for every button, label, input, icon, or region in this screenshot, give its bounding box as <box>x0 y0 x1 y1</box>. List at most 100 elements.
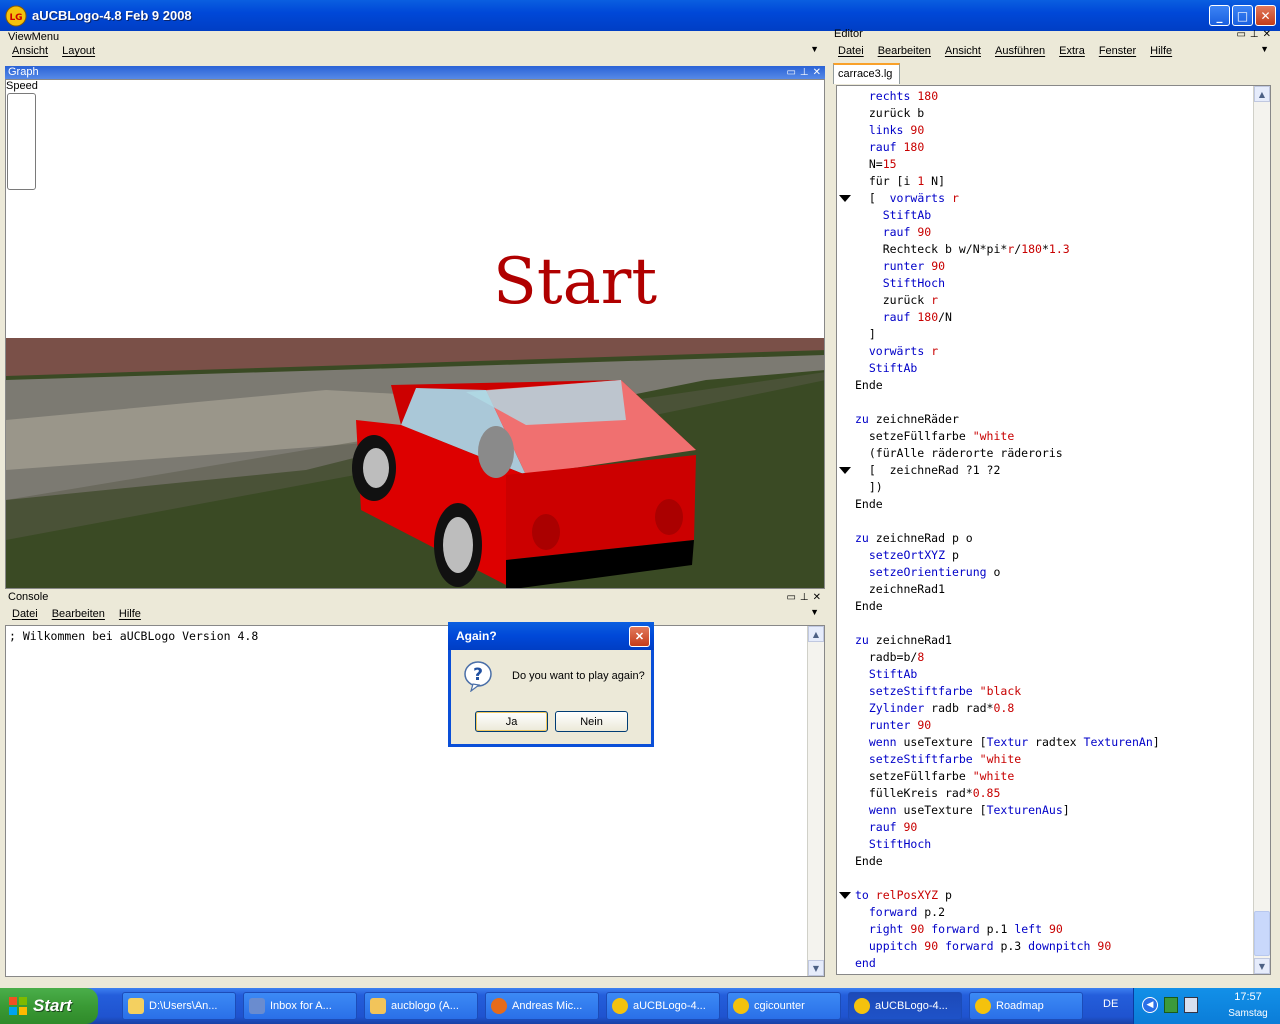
clock-day: Samstag <box>1228 1008 1268 1019</box>
close-icon[interactable]: ✕ <box>813 591 821 604</box>
code-line: rauf 180 <box>868 140 925 154</box>
code-line: forward p.2 <box>868 905 946 919</box>
code-line: setzeStiftfarbe "black <box>868 684 1022 698</box>
code-editor[interactable]: rechts 180 zurück b links 90 rauf 180 N=… <box>836 85 1271 975</box>
task-aucblogo-1[interactable]: aUCBLogo-4... <box>606 992 720 1020</box>
task-firefox[interactable]: Andreas Mic... <box>485 992 599 1020</box>
tray-expand-icon[interactable]: ◀ <box>1142 997 1158 1013</box>
task-label: cgicounter <box>754 1000 805 1012</box>
editor-menu-bearbeiten[interactable]: Bearbeiten <box>871 45 938 57</box>
start-button[interactable]: Start <box>0 988 98 1024</box>
dialog-close-button[interactable]: ✕ <box>629 626 650 647</box>
code-line: wenn useTexture [TexturenAus] <box>868 803 1070 817</box>
code-line: ]) <box>855 480 883 494</box>
tray-app-icon[interactable] <box>1164 997 1178 1013</box>
tab-carrace3[interactable]: carrace3.lg <box>833 63 900 84</box>
code-line: zu zeichneRad p o <box>855 531 973 545</box>
console-menu-bearbeiten[interactable]: Bearbeiten <box>45 608 112 620</box>
fold-marker-icon[interactable] <box>839 195 851 202</box>
task-aucblogo-2[interactable]: aUCBLogo-4... <box>848 992 962 1020</box>
pin-icon[interactable]: ⊥ <box>800 66 809 79</box>
restore-icon[interactable]: ▭ <box>786 66 795 79</box>
console-menu-datei[interactable]: Datei <box>5 608 45 620</box>
editor-scrollbar[interactable]: ▲ ▼ <box>1253 86 1270 974</box>
code-line: right 90 forward p.1 left 90 <box>868 922 1063 936</box>
console-output[interactable]: ; Wilkommen bei aUCBLogo Version 4.8 ▲ ▼ <box>5 625 825 977</box>
menu-overflow-icon[interactable]: ▼ <box>810 607 819 617</box>
code-line: Rechteck b w/N*pi*r/180*1.3 <box>855 242 1070 256</box>
scroll-up-icon[interactable]: ▲ <box>1254 86 1270 102</box>
scene-3d <box>6 338 824 588</box>
code-line: [ vorwärts r <box>855 191 959 205</box>
restore-icon[interactable]: ▭ <box>786 591 795 604</box>
editor-menu-ausfuehren[interactable]: Ausführen <box>988 45 1052 57</box>
question-icon: ? <box>463 660 495 693</box>
menu-overflow-icon[interactable]: ▼ <box>810 44 819 54</box>
editor-menu-extra[interactable]: Extra <box>1052 45 1092 57</box>
console-menubar: Datei Bearbeiten Hilfe ▼ <box>5 605 825 623</box>
scroll-down-icon[interactable]: ▼ <box>808 960 824 976</box>
code-line: setzeOrientierung o <box>868 565 1001 579</box>
code-line: StiftHoch <box>882 276 946 290</box>
task-label: aucblogo (A... <box>391 1000 459 1012</box>
fold-marker-icon[interactable] <box>839 467 851 474</box>
editor-menu-datei[interactable]: Datei <box>831 45 871 57</box>
close-button[interactable]: ✕ <box>1255 5 1276 26</box>
code-line: [ zeichneRad ?1 ?2 <box>855 463 1001 477</box>
scroll-down-icon[interactable]: ▼ <box>1254 958 1270 974</box>
restore-icon[interactable]: ▭ <box>1236 28 1245 41</box>
dialog-message: Do you want to play again? <box>512 670 645 682</box>
editor-menu-fenster[interactable]: Fenster <box>1092 45 1143 57</box>
close-icon[interactable]: ✕ <box>813 66 821 79</box>
menu-overflow-icon[interactable]: ▼ <box>1260 44 1269 54</box>
code-line: N=15 <box>855 157 897 171</box>
graph-pane-title: Graph ▭ ⊥ ✕ <box>5 66 825 80</box>
code-line: Ende <box>855 378 883 392</box>
scroll-thumb[interactable] <box>1254 911 1270 956</box>
editor-menu-ansicht[interactable]: Ansicht <box>938 45 988 57</box>
tray-network-icon[interactable] <box>1184 997 1198 1013</box>
svg-text:?: ? <box>473 665 483 685</box>
task-explorer[interactable]: D:\Users\An... <box>122 992 236 1020</box>
start-label: Start <box>33 996 72 1015</box>
aucblogo-logo-icon: LG <box>5 5 27 27</box>
code-line: setzeStiftfarbe "white <box>868 752 1022 766</box>
code-line: to relPosXYZ p <box>855 888 952 902</box>
pin-icon[interactable]: ⊥ <box>1250 28 1259 41</box>
code-line: end <box>855 956 876 970</box>
task-aucblogo-folder[interactable]: aucblogo (A... <box>364 992 478 1020</box>
code-line: zurück r <box>855 293 939 307</box>
close-icon[interactable]: ✕ <box>1263 28 1271 41</box>
task-thunderbird[interactable]: Inbox for A... <box>243 992 357 1020</box>
minimize-button[interactable]: _ <box>1209 5 1230 26</box>
clock-time[interactable]: 17:57 <box>1218 991 1278 1003</box>
dialog-title: Again? <box>456 629 497 643</box>
language-indicator[interactable]: DE <box>1103 998 1118 1010</box>
task-roadmap[interactable]: Roadmap <box>969 992 1083 1020</box>
aucblogo-icon <box>975 998 991 1014</box>
code-line: fülleKreis rad*0.85 <box>855 786 1001 800</box>
editor-menu-hilfe[interactable]: Hilfe <box>1143 45 1179 57</box>
aucblogo-icon <box>854 998 870 1014</box>
task-cgicounter[interactable]: cgicounter <box>727 992 841 1020</box>
console-menu-hilfe[interactable]: Hilfe <box>112 608 148 620</box>
windows-logo-icon <box>8 996 28 1016</box>
no-button[interactable]: Nein <box>555 711 628 732</box>
code-line: ] <box>855 327 876 341</box>
menu-ansicht[interactable]: Ansicht <box>5 45 55 57</box>
pin-icon[interactable]: ⊥ <box>800 591 809 604</box>
console-scrollbar[interactable]: ▲ ▼ <box>807 626 824 976</box>
menu-layout[interactable]: Layout <box>55 45 102 57</box>
code-line: rechts 180 <box>868 89 939 103</box>
code-line: radb=b/8 <box>855 650 925 664</box>
graph-canvas[interactable]: Speed Start <box>5 79 825 589</box>
folder-icon <box>370 998 386 1014</box>
yes-button[interactable]: Ja <box>475 711 548 732</box>
code-line: setzeFüllfarbe "white <box>855 769 1015 783</box>
code-line: für [i 1 N] <box>855 174 946 188</box>
maximize-button[interactable]: □ <box>1232 5 1253 26</box>
fold-marker-icon[interactable] <box>839 892 851 899</box>
task-label: Inbox for A... <box>270 1000 332 1012</box>
code-line: zurück b <box>855 106 925 120</box>
scroll-up-icon[interactable]: ▲ <box>808 626 824 642</box>
